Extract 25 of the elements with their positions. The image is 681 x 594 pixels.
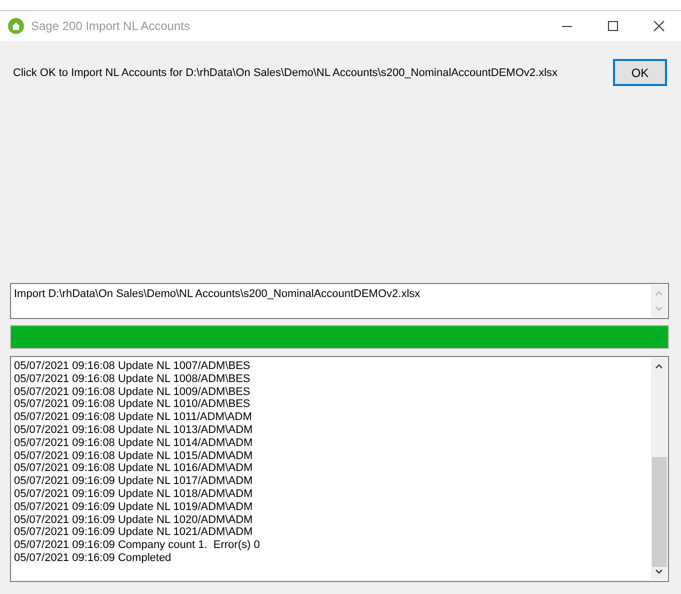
window-title: Sage 200 Import NL Accounts (31, 19, 190, 33)
log-line: 05/07/2021 09:16:08 Update NL 1014/ADM\ADM (14, 436, 254, 450)
log-line: 05/07/2021 09:16:08 Update NL 1016/ADM\ADM (14, 462, 254, 476)
scroll-up-icon[interactable] (655, 363, 663, 369)
log-line: 05/07/2021 09:16:09 Update NL 1021/ADM\ADM (14, 526, 254, 540)
log-line: 05/07/2021 09:16:09 Update NL 1018/ADM\ADM (14, 488, 254, 501)
log-line: 05/07/2021 09:16:09 Update NL 1020/ADM\ADM (14, 514, 254, 526)
scrollbar-thumb[interactable] (652, 457, 666, 567)
log-line: 05/07/2021 09:16:09 Completed (14, 552, 172, 565)
log-line: 05/07/2021 09:16:09 Company count 1. Error(s) 0 (14, 539, 261, 552)
close-icon[interactable] (653, 20, 665, 32)
instruction-text: Click OK to Import NL Accounts for D:\rhData\On Sales\Demo\NL Accounts\s200_NominalAccountDEMOv2.xlsx (13, 66, 558, 78)
ok-button[interactable]: OK (613, 59, 667, 86)
app-logo-icon (8, 18, 24, 34)
log-line: 05/07/2021 09:16:08 Update NL 1010/ADM\BES (14, 398, 252, 412)
scroll-down-icon[interactable] (655, 569, 663, 575)
log-line: 05/07/2021 09:16:08 Update NL 1007/ADM\BES (14, 360, 252, 373)
log-line: 05/07/2021 09:16:08 Update NL 1013/ADM\ADM (14, 424, 254, 437)
log-line: 05/07/2021 09:16:08 Update NL 1015/ADM\ADM (14, 450, 254, 462)
log-line: 05/07/2021 09:16:08 Update NL 1009/ADM\BES (14, 386, 252, 398)
log-line: 05/07/2021 09:16:08 Update NL 1011/ADM\ADM (14, 411, 253, 424)
log-line: 05/07/2021 09:16:09 Update NL 1019/ADM\ADM (14, 500, 254, 514)
log-line: 05/07/2021 09:16:08 Update NL 1008/ADM\BES (14, 372, 252, 386)
maximize-icon[interactable] (607, 20, 619, 32)
log-line: 05/07/2021 09:16:09 Update NL 1017/ADM\ADM (14, 475, 254, 488)
